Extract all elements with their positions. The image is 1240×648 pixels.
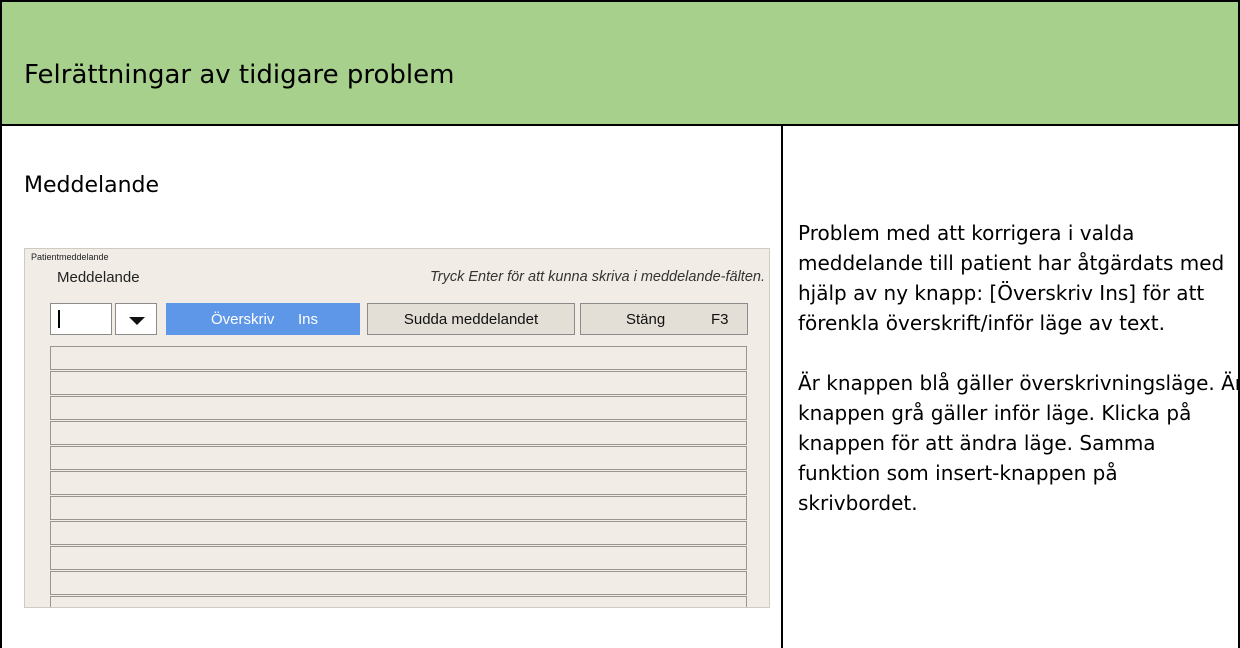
message-lines bbox=[50, 346, 747, 607]
right-cell: Problem med att korrigera i valda meddel… bbox=[781, 124, 1240, 648]
message-line-field[interactable] bbox=[50, 371, 747, 395]
close-label: Stäng bbox=[626, 310, 666, 328]
chevron-down-icon bbox=[129, 317, 145, 325]
message-line-field[interactable] bbox=[50, 521, 747, 545]
message-line-field[interactable] bbox=[50, 396, 747, 420]
instruction-hint: Tryck Enter för att kunna skriva i medde… bbox=[430, 269, 765, 285]
message-line-field[interactable] bbox=[50, 596, 747, 607]
description-paragraph-2: Är knappen blå gäller överskrivningsläge… bbox=[798, 371, 1240, 515]
header-cell: Felrättningar av tidigare problem bbox=[0, 0, 1240, 126]
overwrite-label: Överskriv bbox=[211, 310, 275, 328]
description-paragraph-1: Problem med att korrigera i valda meddel… bbox=[798, 221, 1225, 335]
erase-label: Sudda meddelandet bbox=[403, 310, 539, 328]
message-line-field[interactable] bbox=[50, 471, 747, 495]
message-label: Meddelande bbox=[57, 269, 140, 286]
message-line-field[interactable] bbox=[50, 571, 747, 595]
message-line-field[interactable] bbox=[50, 421, 747, 445]
description-text: Problem med att korrigera i valda meddel… bbox=[798, 218, 1240, 548]
message-code-input[interactable] bbox=[50, 303, 112, 335]
overwrite-key: Ins bbox=[298, 310, 319, 328]
overwrite-button[interactable]: Överskriv Ins bbox=[166, 303, 360, 335]
close-button[interactable]: Stäng F3 bbox=[580, 303, 748, 335]
page-title: Felrättningar av tidigare problem bbox=[24, 60, 455, 90]
message-line-field[interactable] bbox=[50, 496, 747, 520]
embedded-screenshot: Patientmeddelande Meddelande Tryck Enter… bbox=[24, 248, 770, 608]
document-table: Felrättningar av tidigare problem Meddel… bbox=[0, 0, 1240, 648]
section-heading: Meddelande bbox=[24, 173, 160, 198]
text-caret bbox=[58, 310, 60, 328]
message-dropdown[interactable] bbox=[115, 303, 157, 335]
message-line-field[interactable] bbox=[50, 346, 747, 370]
erase-message-button[interactable]: Sudda meddelandet bbox=[367, 303, 575, 335]
left-cell: Meddelande Patientmeddelande Meddelande … bbox=[0, 124, 783, 648]
close-key: F3 bbox=[711, 310, 729, 328]
message-line-field[interactable] bbox=[50, 446, 747, 470]
message-line-field[interactable] bbox=[50, 546, 747, 570]
window-title: Patientmeddelande bbox=[31, 252, 109, 262]
